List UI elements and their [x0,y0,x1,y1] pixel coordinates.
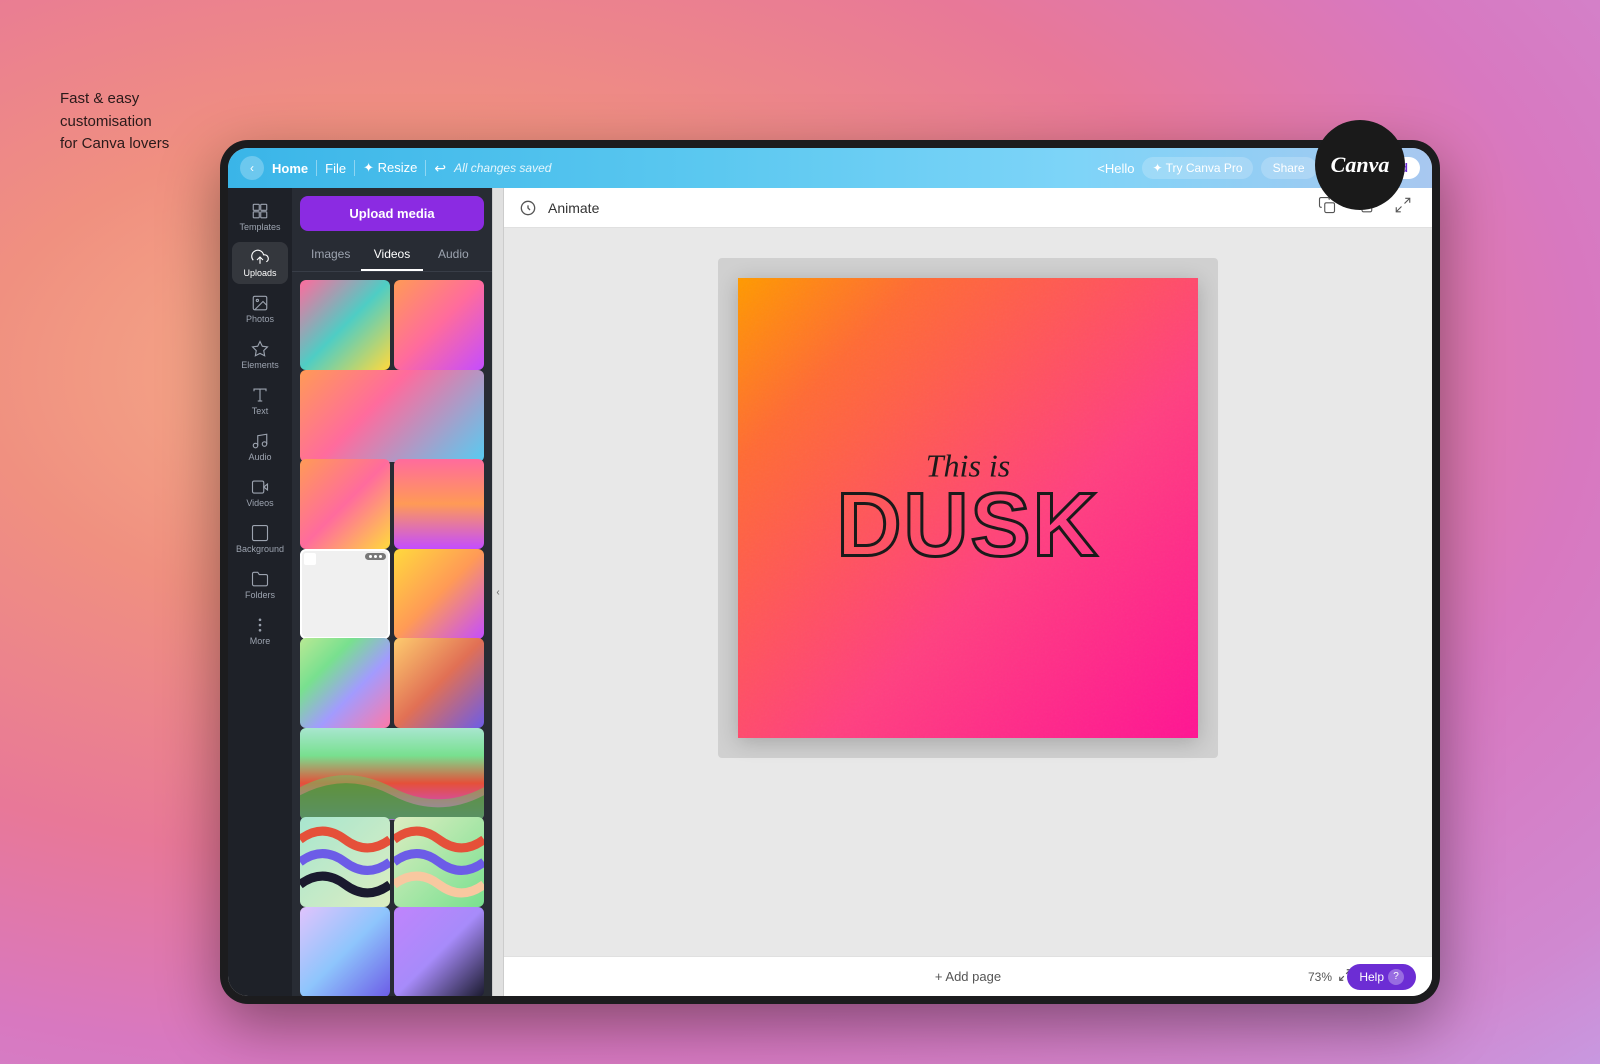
animate-label[interactable]: Animate [548,200,599,216]
sidebar-label-text: Text [252,406,269,416]
sidebar-label-folders: Folders [245,590,275,600]
media-item[interactable] [394,459,484,549]
nav-undo-button[interactable]: ↩ [434,160,446,177]
nav-hello-label[interactable]: <Hello [1097,161,1134,176]
tab-audio[interactable]: Audio [423,239,484,271]
sidebar-label-photos: Photos [246,314,274,324]
tagline: Fast & easy customisation for Canva love… [60,88,169,156]
canvas-container: This is DUSK [718,258,1218,758]
sidebar-item-elements[interactable]: Elements [232,334,288,376]
nav-divider-3 [425,160,426,176]
media-item[interactable] [300,459,390,549]
sidebar-label-audio: Audio [248,452,271,462]
sidebar-label-videos: Videos [246,498,273,508]
tablet-frame: ‹ Home File ✦ Resize ↩ All changes saved… [220,140,1440,1004]
nav-saved-status: All changes saved [454,161,551,175]
sidebar-label-uploads: Uploads [243,268,276,278]
media-item[interactable] [300,728,484,820]
canvas-scroll-area[interactable]: This is DUSK [504,228,1432,956]
nav-resize-button[interactable]: ✦ Resize [363,160,417,176]
sidebar-item-more[interactable]: More [232,610,288,652]
canvas-toolbar: Animate [504,188,1432,228]
help-icon: ? [1388,969,1404,985]
media-item[interactable] [300,817,390,907]
sidebar-item-audio[interactable]: Audio [232,426,288,468]
sidebar-label-more: More [250,636,271,646]
zoom-value-label: 73% [1308,970,1332,984]
toolbar-expand-button[interactable] [1390,192,1416,223]
upload-media-button[interactable]: Upload media [300,196,484,231]
nav-divider [316,160,317,176]
design-dusk-text: DUSK [836,486,1099,567]
left-sidebar: Templates Uploads Photos Elements [228,188,292,996]
help-button[interactable]: Help ? [1347,964,1416,990]
sidebar-item-folders[interactable]: Folders [232,564,288,606]
add-page-button[interactable]: + Add page [923,963,1013,990]
tab-videos[interactable]: Videos [361,239,422,271]
sidebar-label-elements: Elements [241,360,279,370]
media-item[interactable] [300,638,390,728]
canvas-bottom-bar: + Add page 73% Help ? [504,956,1432,996]
main-content: Templates Uploads Photos Elements [228,188,1432,996]
more-options[interactable] [365,553,386,560]
canvas-area: Animate [504,188,1432,996]
sidebar-item-background[interactable]: Background [232,518,288,560]
sidebar-item-photos[interactable]: Photos [232,288,288,330]
sidebar-item-templates[interactable]: Templates [232,196,288,238]
media-item[interactable] [394,817,484,907]
canva-logo-circle: Canva [1315,120,1405,210]
expand-icon [1394,196,1412,214]
nav-home-link[interactable]: Home [272,161,308,176]
media-item[interactable] [300,280,390,370]
nav-try-pro-button[interactable]: ✦ Try Canva Pro [1142,157,1252,179]
tab-images[interactable]: Images [300,239,361,271]
canvas-text-group: This is DUSK [836,450,1099,567]
top-nav: ‹ Home File ✦ Resize ↩ All changes saved… [228,148,1432,188]
media-item[interactable] [300,370,484,462]
sidebar-label-background: Background [236,544,284,554]
media-item[interactable] [394,638,484,728]
zoom-control: 73% [1308,968,1352,985]
tablet-screen: ‹ Home File ✦ Resize ↩ All changes saved… [228,148,1432,996]
sidebar-item-text[interactable]: Text [232,380,288,422]
nav-back-button[interactable]: ‹ [240,156,264,180]
media-panel: Upload media Images Videos Audio [292,188,492,996]
media-item[interactable] [394,549,484,639]
nav-share-button[interactable]: Share [1261,157,1317,179]
media-item[interactable] [300,907,390,997]
canva-logo-text: Canva [1331,152,1390,178]
media-tabs: Images Videos Audio [292,239,492,272]
media-item-selected[interactable] [300,549,390,639]
animate-icon [520,200,536,216]
media-item[interactable] [394,280,484,370]
collapse-arrow-icon: ‹ [496,587,499,598]
panel-collapse-handle[interactable]: ‹ [492,188,504,996]
sidebar-item-uploads[interactable]: Uploads [232,242,288,284]
nav-divider-2 [354,160,355,176]
design-canvas[interactable]: This is DUSK [738,278,1198,738]
nav-file-link[interactable]: File [325,161,346,176]
sidebar-item-videos[interactable]: Videos [232,472,288,514]
selection-indicator [304,553,316,565]
media-grid [292,276,492,996]
media-item[interactable] [394,907,484,997]
sidebar-label-templates: Templates [239,222,280,232]
